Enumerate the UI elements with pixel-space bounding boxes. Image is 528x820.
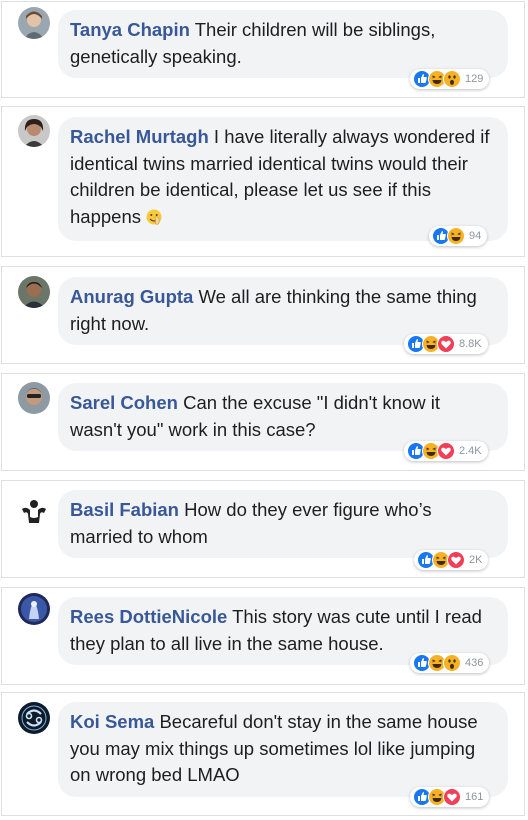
haha-icon [422,442,440,460]
like-icon [417,551,435,569]
comment-card: Tanya Chapin Their children will be sibl… [1,1,525,98]
author-name[interactable]: Anurag Gupta [70,286,193,307]
like-icon [407,335,425,353]
haha-icon [428,788,446,806]
comment-bubble: Tanya Chapin Their children will be sibl… [58,10,508,78]
reaction-count: 436 [465,657,484,669]
avatar[interactable] [18,702,50,734]
comment-card: Basil Fabian How do they ever figure who… [1,480,525,578]
love-icon [447,551,465,569]
comment-bubble: Koi Sema Becareful don't stay in the sam… [58,702,508,797]
reaction-summary[interactable]: 129 [410,69,490,89]
comment-card: Rees DottieNicole This story was cute un… [1,587,525,685]
comment-bubble: Basil Fabian How do they ever figure who… [58,490,508,558]
reaction-count: 2.4K [459,445,482,457]
like-icon [407,442,425,460]
avatar[interactable] [18,276,50,308]
reaction-summary[interactable]: 436 [410,653,490,673]
like-icon [413,788,431,806]
reaction-summary[interactable]: 2K [414,550,489,570]
haha-icon [428,654,446,672]
reaction-count: 94 [469,230,482,242]
author-name[interactable]: Rees DottieNicole [70,606,227,627]
wow-icon [443,654,461,672]
comment-card: Koi Sema Becareful don't stay in the sam… [1,692,525,816]
like-icon [413,654,431,672]
comment-bubble: Rachel Murtagh I have literally always w… [58,117,508,241]
reaction-summary[interactable]: 94 [429,226,488,246]
love-icon [437,442,455,460]
comment-card: Anurag Gupta We all are thinking the sam… [1,266,525,364]
haha-icon [422,335,440,353]
haha-icon [432,551,450,569]
avatar[interactable] [18,495,50,527]
reaction-summary[interactable]: 2.4K [404,441,488,461]
avatar[interactable] [18,382,50,414]
author-name[interactable]: Sarel Cohen [70,392,178,413]
like-icon [432,227,450,245]
like-icon [413,70,431,88]
haha-icon [447,227,465,245]
author-name[interactable]: Rachel Murtagh [70,126,209,147]
reaction-summary[interactable]: 161 [410,787,490,807]
reaction-count: 129 [465,73,484,85]
avatar[interactable] [18,115,50,147]
wow-icon [443,70,461,88]
avatar[interactable] [18,7,50,39]
reaction-count: 2K [469,554,483,566]
love-icon [443,788,461,806]
love-icon [437,335,455,353]
author-name[interactable]: Koi Sema [70,711,154,732]
hand-over-mouth-emoji-icon [145,207,163,234]
comment-card: Rachel Murtagh I have literally always w… [1,106,525,257]
avatar[interactable] [18,593,50,625]
comment-card: Sarel Cohen Can the excuse "I didn't kno… [1,373,525,471]
author-name[interactable]: Basil Fabian [70,499,179,520]
reaction-count: 161 [465,791,484,803]
haha-icon [428,70,446,88]
author-name[interactable]: Tanya Chapin [70,19,190,40]
reaction-summary[interactable]: 8.8K [404,334,488,354]
reaction-count: 8.8K [459,338,482,350]
